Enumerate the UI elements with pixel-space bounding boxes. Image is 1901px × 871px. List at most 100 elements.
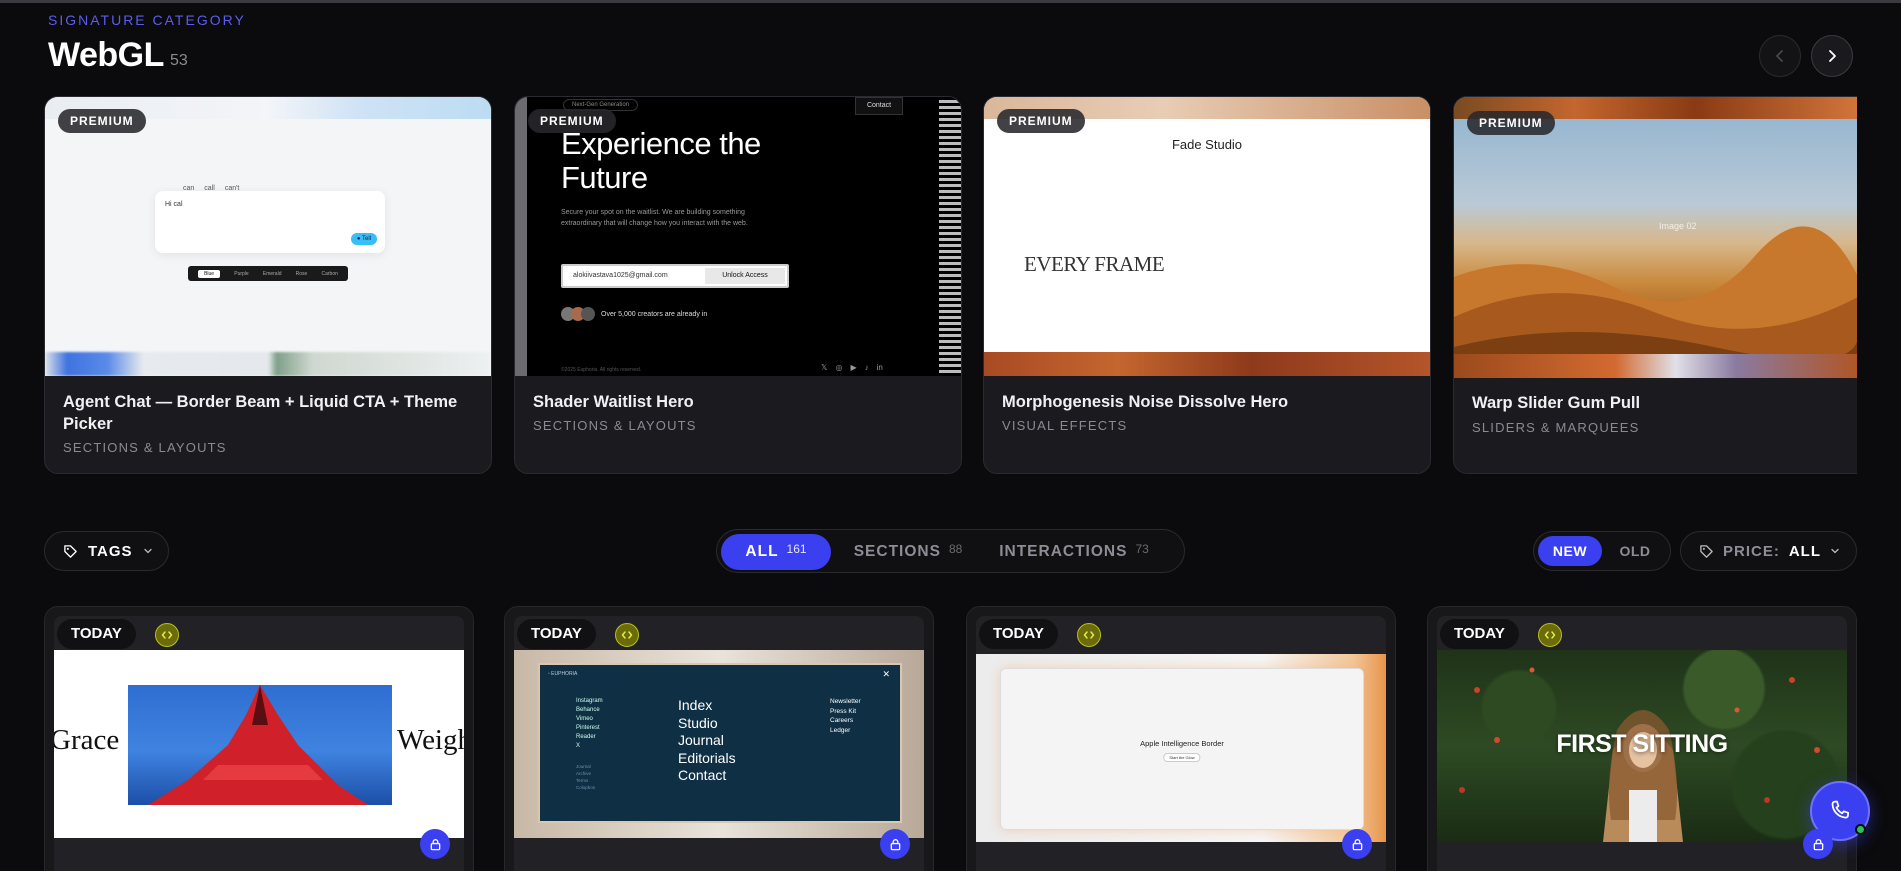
carousel-prev-button[interactable]	[1759, 35, 1801, 77]
preview-body: Secure your spot on the waitlist. We are…	[561, 209, 748, 227]
preview-band-bottom	[1454, 354, 1857, 378]
lock-button[interactable]	[420, 829, 450, 859]
card-title: Warp Slider Gum Pull	[1472, 394, 1641, 412]
preview-social-proof: Over 5,000 creators are already in	[561, 307, 707, 321]
preview-link: Vimeo	[576, 716, 593, 722]
chevron-down-icon	[1831, 548, 1839, 554]
preview-link: Editorials	[678, 749, 736, 766]
preview-link: Instagram	[576, 698, 603, 704]
card-preview: can call can't Hi cal ● Tell Blue Purple…	[45, 97, 491, 376]
preview-link: Colophon	[576, 785, 596, 790]
theme-tab: Blue	[198, 269, 221, 278]
preview-glow-box: Apple Intelligence Border Start the Glow	[1000, 668, 1364, 830]
preview-canvas	[984, 119, 1430, 352]
preview-cta: Unlock Access	[705, 268, 785, 284]
premium-badge: PREMIUM	[528, 109, 616, 133]
theme-tab: Rose	[295, 270, 308, 277]
preview-blur-bottom	[45, 352, 491, 376]
tag-icon	[1700, 544, 1713, 558]
component-card[interactable]: Apple Intelligence Border Start the Glow…	[966, 606, 1396, 871]
card-preview: Image 02	[1454, 97, 1857, 378]
youtube-icon: ▶	[850, 363, 857, 372]
preview-link: Contact	[678, 767, 727, 783]
tags-label: TAGS	[88, 542, 133, 560]
price-key: PRICE:	[1723, 542, 1780, 560]
page-title: WebGL	[48, 36, 164, 74]
featured-card[interactable]: Image 02 PREMIUM Warp Slider Gum Pull SL…	[1453, 96, 1857, 474]
chat-chip: can	[183, 185, 195, 192]
preview-link: Studio	[678, 714, 718, 731]
featured-card[interactable]: Fade Studio EVERY FRAME PREMIUM Morphoge…	[983, 96, 1431, 474]
card-preview: Apple Intelligence Border Start the Glow	[976, 654, 1386, 842]
preview-right-links: Newsletter Press Kit Careers Ledger	[830, 697, 861, 735]
preview-link: Archive	[576, 771, 592, 776]
preview-small-links: Journal Archive Terms Colophon	[576, 763, 595, 791]
age-new-button[interactable]: NEW	[1538, 536, 1602, 566]
theme-tab: Purple	[234, 270, 249, 277]
segment-all[interactable]: ALL 161	[721, 534, 831, 570]
tags-filter-button[interactable]: TAGS	[44, 531, 169, 571]
preview-link: Journal	[678, 732, 724, 748]
price-filter-button[interactable]: PRICE: ALL	[1680, 531, 1857, 571]
instagram-icon: ◎	[835, 363, 843, 372]
category-eyebrow: SIGNATURE CATEGORY	[48, 12, 246, 28]
card-title: Morphogenesis Noise Dissolve Hero	[1002, 393, 1289, 411]
type-segmented-control: ALL 161 SECTIONS 88 INTERACTIONS 73	[716, 529, 1185, 573]
component-card[interactable]: FIRST SITTING TODAY	[1427, 606, 1857, 871]
preview-edge	[515, 97, 527, 376]
preview-word-left: Grace	[54, 724, 120, 756]
age-toggle: NEW OLD	[1533, 531, 1671, 571]
today-badge: TODAY	[517, 619, 596, 649]
chevron-left-icon	[1776, 50, 1783, 62]
item-count: 53	[170, 52, 188, 69]
component-card[interactable]: Grace Weigh TODAY	[44, 606, 474, 871]
lock-button[interactable]	[1342, 829, 1372, 859]
preview-link: Ledger	[830, 726, 851, 734]
close-icon: ✕	[882, 669, 890, 679]
today-badge: TODAY	[57, 619, 136, 649]
lock-icon	[430, 838, 440, 850]
code-icon	[1077, 623, 1101, 647]
chat-chip: can't	[224, 185, 240, 192]
code-icon	[1538, 623, 1562, 647]
chat-chips: can call can't	[183, 185, 239, 192]
preview-title: Apple Intelligence Border	[1140, 739, 1224, 748]
social-proof-text: Over 5,000 creators are already in	[601, 310, 708, 318]
segment-sections[interactable]: SECTIONS 88	[845, 534, 971, 570]
segment-interactions[interactable]: INTERACTIONS 73	[989, 534, 1159, 570]
premium-badge: PREMIUM	[58, 109, 146, 133]
preview-contact: Contact	[855, 97, 903, 115]
preview-link: Pinterest	[576, 725, 600, 731]
segment-label: ALL	[745, 543, 779, 560]
age-old-button[interactable]: OLD	[1604, 536, 1666, 566]
lock-button[interactable]	[880, 829, 910, 859]
preview-word-right: Weigh	[397, 724, 464, 756]
preview-link: Journal	[576, 764, 591, 769]
segment-label: INTERACTIONS	[999, 543, 1128, 560]
card-preview-frame: ▫ EUPHORIA ✕ Instagram Behance Vimeo Pin…	[514, 616, 924, 871]
preview-footer: ©2025 Euphoria. All rights reserved.	[561, 367, 642, 373]
preview-link: Terms	[576, 778, 589, 783]
preview-main-links: Index Studio Journal Editorials Contact	[678, 697, 736, 785]
card-preview: Fade Studio EVERY FRAME	[984, 97, 1430, 376]
preview-menu-panel: ▫ EUPHORIA ✕ Instagram Behance Vimeo Pin…	[538, 663, 902, 823]
linkedin-icon: in	[876, 363, 883, 372]
lock-button[interactable]	[1803, 829, 1833, 859]
tag-icon	[64, 544, 77, 558]
chevron-right-icon	[1829, 50, 1836, 62]
tiktok-icon: ♪	[864, 363, 869, 372]
premium-badge: PREMIUM	[997, 109, 1085, 133]
preview-socials: 𝕏 ◎ ▶ ♪ in	[821, 363, 883, 372]
card-title: Shader Waitlist Hero	[533, 393, 694, 411]
featured-card[interactable]: Next-Gen Generation Contact Experience t…	[514, 96, 962, 474]
price-value: ALL	[1788, 542, 1822, 560]
component-card[interactable]: ▫ EUPHORIA ✕ Instagram Behance Vimeo Pin…	[504, 606, 934, 871]
featured-card[interactable]: can call can't Hi cal ● Tell Blue Purple…	[44, 96, 492, 474]
preview-email: alokiivastava1025@gmail.com	[573, 272, 668, 279]
preview-link: Careers	[830, 717, 854, 724]
lock-icon	[890, 838, 900, 850]
preview-left-links: Instagram Behance Vimeo Pinterest Reader…	[576, 697, 603, 751]
card-preview-frame: Apple Intelligence Border Start the Glow	[976, 616, 1386, 871]
carousel-next-button[interactable]	[1811, 35, 1853, 77]
card-category: SLIDERS & MARQUEES	[1472, 420, 1640, 435]
